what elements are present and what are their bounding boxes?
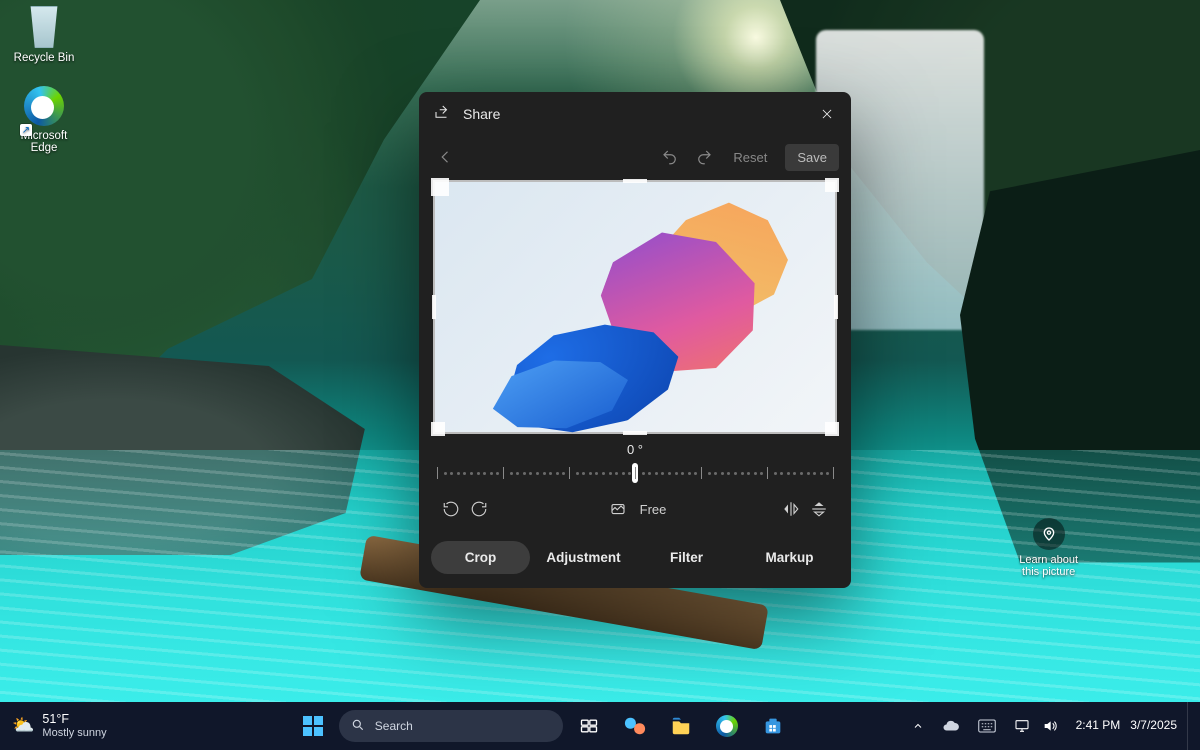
shortcut-arrow-icon: ↗ bbox=[20, 124, 32, 136]
redo-icon bbox=[695, 148, 713, 166]
tray-language[interactable] bbox=[970, 706, 1004, 746]
crop-handle-top-right[interactable] bbox=[825, 178, 839, 192]
tray-network-sound[interactable] bbox=[1006, 706, 1066, 746]
rotate-cw-button[interactable] bbox=[465, 495, 493, 523]
crop-handle-left[interactable] bbox=[432, 295, 436, 319]
volume-icon bbox=[1042, 718, 1058, 734]
crop-handle-top[interactable] bbox=[623, 179, 647, 183]
taskbar-app-copilot[interactable] bbox=[615, 706, 655, 746]
flip-vertical-button[interactable] bbox=[805, 495, 833, 523]
redo-button[interactable] bbox=[687, 142, 721, 172]
image-preview bbox=[435, 182, 835, 432]
keyboard-icon bbox=[978, 719, 996, 733]
weather-icon: ⛅ bbox=[12, 715, 34, 736]
desktop-icon-edge[interactable]: ↗ Microsoft Edge bbox=[6, 86, 82, 154]
save-button[interactable]: Save bbox=[785, 144, 839, 171]
tab-crop[interactable]: Crop bbox=[431, 541, 530, 574]
aspect-ratio-icon bbox=[609, 500, 627, 518]
start-button[interactable] bbox=[293, 706, 333, 746]
spotlight-label-line2: this picture bbox=[1019, 566, 1078, 578]
search-icon bbox=[351, 718, 365, 735]
weather-condition: Mostly sunny bbox=[42, 727, 106, 740]
rotate-ccw-icon bbox=[442, 500, 460, 518]
flip-horizontal-button[interactable] bbox=[777, 495, 805, 523]
desktop-icon-recycle-bin[interactable]: Recycle Bin bbox=[6, 6, 82, 64]
close-button[interactable] bbox=[811, 98, 843, 130]
crop-handle-right[interactable] bbox=[834, 295, 838, 319]
arrow-left-icon bbox=[437, 148, 455, 166]
aspect-ratio-button[interactable] bbox=[604, 495, 632, 523]
editor-tabs: Crop Adjustment Filter Markup bbox=[419, 533, 851, 588]
flip-horizontal-icon bbox=[782, 500, 800, 518]
task-view-icon bbox=[579, 716, 599, 736]
microsoft-store-icon bbox=[762, 715, 784, 737]
copilot-icon bbox=[624, 715, 646, 737]
share-header: Share bbox=[419, 92, 851, 136]
undo-icon bbox=[661, 148, 679, 166]
desktop-icon-label: Microsoft Edge bbox=[6, 130, 82, 154]
tray-overflow[interactable] bbox=[904, 706, 932, 746]
tab-markup[interactable]: Markup bbox=[740, 541, 839, 574]
taskbar: ⛅ 51°F Mostly sunny Search bbox=[0, 702, 1200, 750]
aspect-ratio-label: Free bbox=[640, 502, 667, 517]
tab-filter[interactable]: Filter bbox=[637, 541, 736, 574]
taskbar-weather-widget[interactable]: ⛅ 51°F Mostly sunny bbox=[0, 712, 182, 739]
taskbar-center: Search bbox=[182, 706, 904, 746]
taskbar-app-edge[interactable] bbox=[707, 706, 747, 746]
edge-icon bbox=[24, 86, 64, 126]
crop-handle-bottom[interactable] bbox=[623, 431, 647, 435]
tab-adjustment[interactable]: Adjustment bbox=[534, 541, 633, 574]
edit-toolbar: Reset Save bbox=[419, 136, 851, 178]
clock-date: 3/7/2025 bbox=[1130, 719, 1177, 733]
weather-temp: 51°F bbox=[42, 712, 106, 726]
spotlight-label-line1: Learn about bbox=[1019, 554, 1078, 566]
crop-handle-bottom-left[interactable] bbox=[431, 422, 445, 436]
onedrive-icon bbox=[942, 717, 960, 735]
file-explorer-icon bbox=[670, 715, 692, 737]
crop-handle-bottom-right[interactable] bbox=[825, 422, 839, 436]
crop-canvas[interactable] bbox=[435, 182, 835, 432]
taskbar-right: 2:41 PM 3/7/2025 bbox=[904, 702, 1200, 750]
task-view-button[interactable] bbox=[569, 706, 609, 746]
back-button[interactable] bbox=[429, 142, 463, 172]
clock-time: 2:41 PM bbox=[1076, 719, 1121, 733]
share-editor-panel: Share Reset Save 0 ° bbox=[419, 92, 851, 588]
taskbar-app-store[interactable] bbox=[753, 706, 793, 746]
tray-onedrive[interactable] bbox=[934, 706, 968, 746]
crop-tool-row: Free bbox=[419, 491, 851, 533]
share-title: Share bbox=[463, 106, 811, 122]
rotation-angle-value: 0 ° bbox=[419, 442, 851, 457]
recycle-bin-icon bbox=[23, 6, 65, 48]
network-icon bbox=[1014, 718, 1030, 734]
taskbar-search[interactable]: Search bbox=[339, 710, 563, 742]
reset-button[interactable]: Reset bbox=[721, 144, 779, 171]
rotate-ccw-button[interactable] bbox=[437, 495, 465, 523]
rotation-ruler[interactable] bbox=[437, 461, 833, 489]
rotate-cw-icon bbox=[470, 500, 488, 518]
spotlight-learn-about[interactable]: Learn about this picture bbox=[1019, 518, 1078, 578]
edge-icon bbox=[716, 715, 738, 737]
location-pin-icon bbox=[1033, 518, 1065, 550]
search-placeholder: Search bbox=[375, 719, 413, 733]
undo-button[interactable] bbox=[653, 142, 687, 172]
chevron-up-icon bbox=[912, 720, 924, 732]
share-icon bbox=[433, 103, 451, 126]
flip-vertical-icon bbox=[810, 500, 828, 518]
windows-logo-icon bbox=[303, 716, 323, 736]
taskbar-app-explorer[interactable] bbox=[661, 706, 701, 746]
crop-handle-top-left[interactable] bbox=[431, 178, 449, 196]
desktop-icon-label: Recycle Bin bbox=[6, 52, 82, 64]
tray-clock[interactable]: 2:41 PM 3/7/2025 bbox=[1068, 706, 1185, 746]
close-icon bbox=[820, 107, 834, 121]
show-desktop-button[interactable] bbox=[1187, 702, 1194, 750]
